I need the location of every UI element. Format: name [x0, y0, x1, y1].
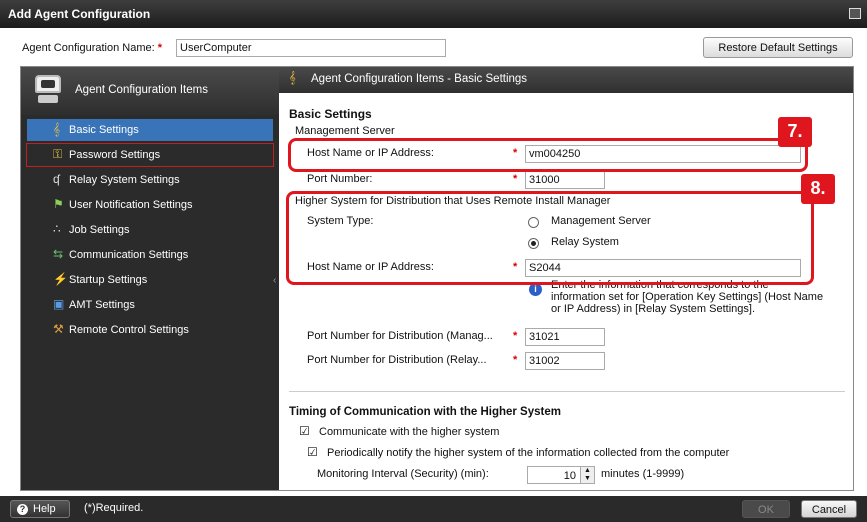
- help-button[interactable]: ? Help: [10, 500, 70, 518]
- window-title: Add Agent Configuration: [8, 7, 151, 21]
- periodic-notify-checkbox[interactable]: ☑: [307, 445, 318, 459]
- maximize-icon[interactable]: [849, 8, 861, 19]
- cancel-button[interactable]: Cancel: [801, 500, 857, 518]
- collapse-sidebar-icon[interactable]: ‹: [273, 275, 276, 286]
- monitoring-interval-value: 10: [563, 470, 576, 482]
- communicate-checkbox[interactable]: ☑: [299, 424, 310, 438]
- monitoring-interval-spinner[interactable]: 10 ▲ ▼: [527, 466, 595, 484]
- job-icon: ∴: [53, 222, 61, 236]
- main-header-title: Agent Configuration Items - Basic Settin…: [311, 73, 528, 85]
- annotation-step-8: 8.: [801, 174, 835, 204]
- sidebar-item-basic-settings[interactable]: 𝄞 Basic Settings: [27, 119, 273, 141]
- required-mark: *: [513, 354, 518, 366]
- port-distribution-relay-input[interactable]: 31002: [525, 352, 605, 370]
- sidebar-item-startup-settings[interactable]: ⚡ Startup Settings: [27, 269, 273, 291]
- amt-icon: ▣: [53, 297, 65, 311]
- communication-icon: ⇆: [53, 247, 64, 261]
- monitoring-interval-label: Monitoring Interval (Security) (min):: [317, 468, 489, 480]
- mgmt-port-input[interactable]: 31000: [525, 171, 605, 189]
- sidebar-item-user-notification-settings[interactable]: ⚑ User Notification Settings: [27, 194, 273, 216]
- required-mark: *: [513, 330, 518, 342]
- user-notification-icon: ⚑: [53, 197, 64, 211]
- annotation-step-7: 7.: [778, 117, 812, 147]
- annotation-box-7: [288, 138, 808, 172]
- computer-icon: [35, 75, 61, 105]
- window-titlebar: Add Agent Configuration: [0, 0, 867, 28]
- sidebar-item-relay-system-settings[interactable]: ʠ Relay System Settings: [27, 169, 273, 191]
- settings-header-icon: 𝄞: [289, 72, 296, 84]
- main-header: 𝄞 Agent Configuration Items - Basic Sett…: [279, 67, 853, 93]
- sidebar-title: Agent Configuration Items: [75, 84, 208, 96]
- communicate-label: Communicate with the higher system: [319, 426, 500, 438]
- annotation-box-8: [286, 191, 814, 285]
- required-mark: *: [513, 173, 518, 185]
- config-name-label: Agent Configuration Name: *: [22, 42, 163, 54]
- remote-control-icon: ⚒: [53, 322, 64, 336]
- basic-settings-title: Basic Settings: [289, 107, 372, 121]
- spinner-arrows-icon[interactable]: ▲ ▼: [580, 467, 594, 483]
- footer-bar: ? Help (*)Required. OK Cancel: [0, 496, 867, 522]
- port-distribution-mgmt-label: Port Number for Distribution (Manag...: [307, 330, 493, 342]
- required-note: (*)Required.: [84, 502, 144, 514]
- relay-system-icon: ʠ: [53, 172, 60, 186]
- password-icon: ⚿: [53, 147, 63, 161]
- config-name-row: Agent Configuration Name: * UserComputer…: [0, 28, 867, 64]
- startup-icon: ⚡: [53, 272, 68, 286]
- sidebar-item-communication-settings[interactable]: ⇆ Communication Settings: [27, 244, 273, 266]
- sidebar-item-password-settings[interactable]: ⚿ Password Settings: [26, 143, 274, 167]
- periodic-notify-label: Periodically notify the higher system of…: [327, 447, 730, 459]
- ok-button[interactable]: OK: [742, 500, 790, 518]
- sidebar: Agent Configuration Items 𝄞 Basic Settin…: [21, 67, 279, 490]
- monitoring-interval-suffix: minutes (1-9999): [601, 468, 685, 480]
- restore-default-button[interactable]: Restore Default Settings: [703, 37, 853, 58]
- port-distribution-mgmt-input[interactable]: 31021: [525, 328, 605, 346]
- config-name-input[interactable]: UserComputer: [176, 39, 446, 57]
- mgmt-port-label: Port Number:: [307, 173, 373, 185]
- help-icon: ?: [17, 504, 28, 515]
- sidebar-item-amt-settings[interactable]: ▣ AMT Settings: [27, 294, 273, 316]
- management-server-section: Management Server: [295, 125, 395, 137]
- sidebar-item-remote-control-settings[interactable]: ⚒ Remote Control Settings: [27, 319, 273, 341]
- sidebar-header: Agent Configuration Items: [21, 67, 279, 115]
- section-divider: [289, 391, 845, 392]
- port-distribution-relay-label: Port Number for Distribution (Relay...: [307, 354, 487, 366]
- sidebar-item-job-settings[interactable]: ∴ Job Settings: [27, 219, 273, 241]
- basic-settings-icon: 𝄞: [53, 122, 61, 136]
- timing-title: Timing of Communication with the Higher …: [289, 406, 561, 418]
